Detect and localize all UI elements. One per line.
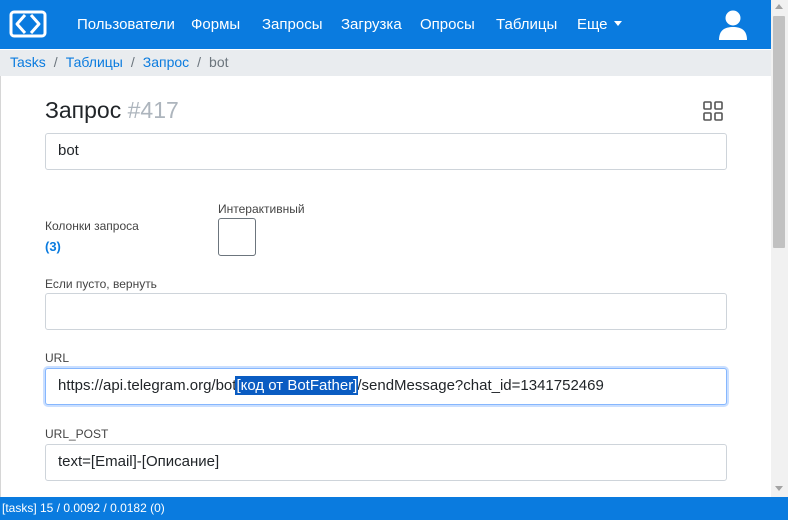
nav-more-label: Еще bbox=[577, 16, 608, 33]
breadcrumb: Tasks / Таблицы / Запрос / bot bbox=[0, 50, 771, 76]
url-input[interactable]: https://api.telegram.org/bot[код от BotF… bbox=[45, 368, 727, 405]
url-post-input[interactable]: text=[Email]-[Описание] bbox=[45, 444, 727, 481]
url-selected-text: [код от BotFather] bbox=[235, 376, 359, 395]
top-navbar: Пользователи Формы Запросы Загрузка Опро… bbox=[0, 0, 771, 49]
breadcrumb-tables[interactable]: Таблицы bbox=[66, 54, 123, 70]
breadcrumb-query[interactable]: Запрос bbox=[143, 54, 189, 70]
query-name-input[interactable]: bot bbox=[45, 133, 727, 170]
user-icon[interactable] bbox=[718, 9, 748, 41]
nav-more-dropdown[interactable]: Еще bbox=[577, 16, 622, 33]
nav-users[interactable]: Пользователи bbox=[77, 16, 175, 33]
page-title-number: #417 bbox=[127, 97, 179, 123]
status-bar: [tasks] 15 / 0.0092 / 0.0182 (0) bbox=[0, 497, 788, 520]
scrollbar-thumb[interactable] bbox=[773, 16, 785, 248]
scroll-up-arrow-icon[interactable] bbox=[775, 4, 783, 9]
url-post-label: URL_POST bbox=[45, 427, 109, 441]
chevron-down-icon bbox=[613, 21, 622, 26]
interactive-label: Интерактивный bbox=[218, 202, 305, 216]
grid-view-icon[interactable] bbox=[703, 101, 723, 121]
page-title: Запрос #417 bbox=[45, 97, 179, 124]
url-text-after: /sendMessage?chat_id=1341752469 bbox=[357, 377, 604, 394]
nav-forms[interactable]: Формы bbox=[191, 16, 240, 33]
vertical-scrollbar[interactable] bbox=[771, 0, 788, 497]
if-empty-label: Если пусто, вернуть bbox=[45, 277, 157, 291]
url-text-before: https://api.telegram.org/bot bbox=[58, 377, 237, 394]
breadcrumb-separator: / bbox=[197, 54, 202, 70]
breadcrumb-current: bot bbox=[209, 54, 229, 70]
interactive-checkbox[interactable] bbox=[218, 218, 256, 256]
breadcrumb-separator: / bbox=[130, 54, 135, 70]
nav-tables[interactable]: Таблицы bbox=[496, 16, 557, 33]
nav-polls[interactable]: Опросы bbox=[420, 16, 475, 33]
nav-upload[interactable]: Загрузка bbox=[341, 16, 402, 33]
columns-label: Колонки запроса bbox=[45, 219, 139, 233]
breadcrumb-separator: / bbox=[53, 54, 58, 70]
url-label: URL bbox=[45, 351, 70, 365]
breadcrumb-tasks[interactable]: Tasks bbox=[10, 54, 46, 70]
logo-icon[interactable] bbox=[8, 9, 48, 39]
if-empty-input[interactable] bbox=[45, 293, 727, 330]
page-title-text: Запрос bbox=[45, 97, 122, 123]
scroll-down-arrow-icon[interactable] bbox=[775, 486, 783, 491]
nav-queries[interactable]: Запросы bbox=[262, 16, 323, 33]
columns-count-link[interactable]: (3) bbox=[45, 239, 61, 254]
